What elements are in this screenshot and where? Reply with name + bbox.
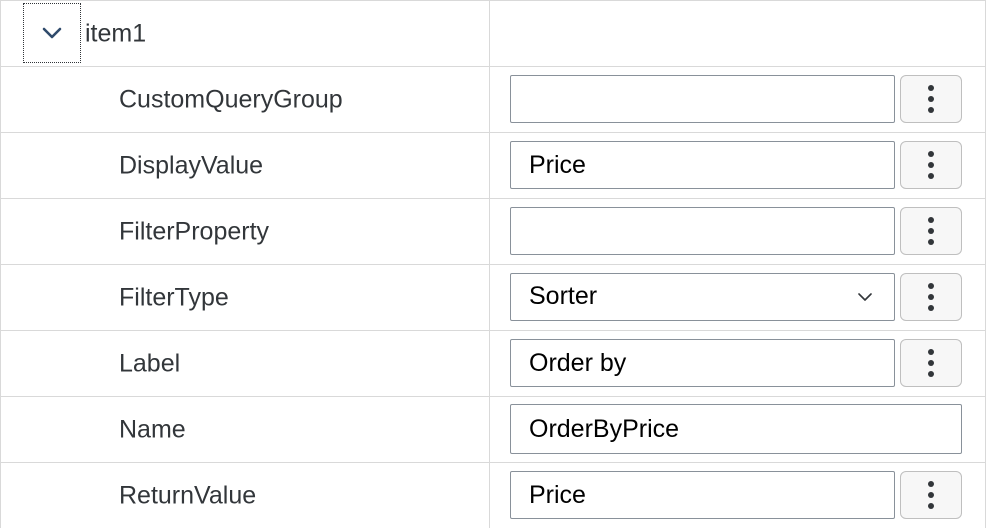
property-value-cell: Order by — [490, 331, 986, 396]
property-label: DisplayValue — [119, 151, 264, 179]
property-name-cell: Name — [0, 397, 490, 462]
property-value-cell — [490, 67, 986, 132]
property-value-cell: Price — [490, 133, 986, 198]
value-input[interactable]: Price — [510, 471, 895, 519]
select-value: Sorter — [529, 282, 598, 310]
expand-toggle[interactable] — [23, 3, 81, 63]
property-value-cell: Price — [490, 463, 986, 528]
tree-node-row: item1 — [0, 0, 986, 67]
property-name-cell: DisplayValue — [0, 133, 490, 198]
property-row: FilterProperty — [0, 199, 986, 265]
tree-node-value-cell — [490, 1, 986, 66]
tree-node-cell: item1 — [0, 1, 490, 66]
value-input[interactable]: Price — [510, 141, 895, 189]
property-row: ReturnValue Price — [0, 463, 986, 528]
property-row: Label Order by — [0, 331, 986, 397]
property-menu-button[interactable] — [900, 141, 962, 189]
property-value-cell: Sorter — [490, 265, 986, 330]
property-name-cell: Label — [0, 331, 490, 396]
property-row: CustomQueryGroup — [0, 67, 986, 133]
property-label: CustomQueryGroup — [119, 85, 343, 113]
property-grid: item1 CustomQueryGroup DisplayValue Pric… — [0, 0, 986, 528]
property-label: Label — [119, 349, 181, 377]
property-name-cell: CustomQueryGroup — [0, 67, 490, 132]
property-menu-button[interactable] — [900, 339, 962, 387]
property-name-cell: ReturnValue — [0, 463, 490, 528]
property-row: DisplayValue Price — [0, 133, 986, 199]
property-name-cell: FilterProperty — [0, 199, 490, 264]
chevron-down-icon — [42, 27, 62, 39]
property-label: FilterType — [119, 283, 229, 311]
value-input[interactable]: Order by — [510, 339, 895, 387]
vertical-dots-icon — [928, 217, 934, 245]
property-menu-button[interactable] — [900, 471, 962, 519]
vertical-dots-icon — [928, 283, 934, 311]
vertical-dots-icon — [928, 349, 934, 377]
property-label: FilterProperty — [119, 217, 270, 245]
value-input[interactable]: OrderByPrice — [510, 404, 962, 454]
property-name-cell: FilterType — [0, 265, 490, 330]
tree-node-label: item1 — [85, 19, 147, 47]
value-select[interactable]: Sorter — [510, 273, 895, 321]
property-label: Name — [119, 415, 186, 443]
property-value-cell — [490, 199, 986, 264]
vertical-dots-icon — [928, 85, 934, 113]
property-label: ReturnValue — [119, 481, 257, 509]
property-menu-button[interactable] — [900, 207, 962, 255]
value-input[interactable] — [510, 75, 895, 123]
property-row: FilterType Sorter — [0, 265, 986, 331]
vertical-dots-icon — [928, 481, 934, 509]
property-value-cell: OrderByPrice — [490, 397, 986, 462]
property-menu-button[interactable] — [900, 75, 962, 123]
chevron-down-icon[interactable] — [858, 290, 872, 304]
vertical-dots-icon — [928, 151, 934, 179]
property-menu-button[interactable] — [900, 273, 962, 321]
property-row: Name OrderByPrice — [0, 397, 986, 463]
value-input[interactable] — [510, 207, 895, 255]
